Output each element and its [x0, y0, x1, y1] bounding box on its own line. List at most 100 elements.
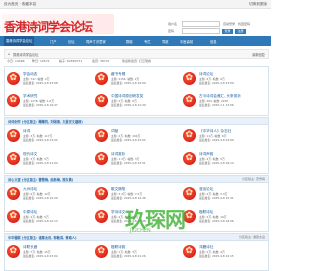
forum-last-post: 最后发表: 2025-4-8 23:08: [23, 81, 58, 85]
forum-last-post: 最后发表: 2025-4-8 18:06: [199, 219, 234, 223]
forum-item[interactable]: 诗词 主题: 3万, 帖数: 117万 最后发表: 2025-4-8 23:02: [5, 126, 91, 148]
forum-last-post: 最后发表: 2025-4-8 22:46: [111, 196, 146, 200]
forum-item[interactable]: 楹联诗韵 主题: 1万, 帖数: 3万 最后发表: 2025-4-8 21:26: [93, 242, 179, 264]
forum-last-post: 最后发表: 2025-4-8 16:00: [111, 81, 146, 85]
forum-section-1: 诗词创作 (分区版主: 雕雕钧, 刘翊清, 文星安文蕴嫁) 诗词 主题: 3万,…: [4, 117, 269, 174]
forum-icon: [7, 187, 20, 200]
section-header[interactable]: 诗心文荟 (分区版主: 雷雪梅, 赵新梅, 茜东勇) 分区版主: 雷雪梅: [5, 176, 268, 183]
forum-section-0: 学会动态 主题: 747, 帖数: 2万 最后发表: 2025-4-8 23:0…: [4, 66, 269, 116]
forum-item[interactable]: 学会动态 主题: 747, 帖数: 2万 最后发表: 2025-4-8 23:0…: [5, 69, 91, 91]
nav-item-forum[interactable]: 论坛: [68, 39, 75, 44]
forum-item[interactable]: 诗联长廊 主题: 7万, 帖数: 15万 最后发表: 2025-4-8 23:0…: [5, 242, 91, 264]
section-moderators[interactable]: 分区版主: 雷雪梅: [242, 177, 265, 181]
watermark-subtext: JIUCHEN: [130, 228, 151, 234]
forum-icon: [183, 129, 196, 142]
forum-item[interactable]: 学术研究 主题: 1278, 帖数: 1.6万 最后发表: 2025-4-8 1…: [5, 91, 91, 113]
stat-today: 今日: 14466: [7, 59, 25, 63]
auto-login-checkbox[interactable]: 自动登录: [223, 22, 235, 26]
forum-icon: [95, 245, 108, 258]
forum-item[interactable]: 漫谈论坛 主题: 2万, 帖数: 2.3万 最后发表: 2025-4-8 15:…: [181, 184, 267, 206]
top-links[interactable]: 设为首页 · 收藏本站: [4, 2, 36, 7]
forum-last-post: 最后发表: 2025-7-1 13:06: [199, 103, 234, 107]
forum-last-post: 最后发表: 2025-4-8 22:51: [111, 161, 146, 165]
section-moderators[interactable]: 分区版主: 诸葛太岳: [239, 235, 265, 239]
forum-icon: [7, 210, 20, 223]
forum-icon: [95, 129, 108, 142]
forum-last-post: 最后发表: 2025-4-8 23:09: [199, 81, 234, 85]
home-icon[interactable]: ⌂: [8, 52, 10, 56]
password-input[interactable]: [182, 27, 220, 35]
forum-last-post: 最后发表: 2025-4-8 21:39: [111, 103, 146, 107]
forum-last-post: 最后发表: 2025-4-8 23:02: [111, 138, 146, 142]
nav-item-home[interactable]: 香港诗词学会论坛: [4, 36, 35, 46]
section-header[interactable]: 中华楹联 (分区版主: 诸葛太岳, 郭敏淇, 黄南人) 分区版主: 诸葛太岳: [5, 234, 268, 241]
latest-replies-link[interactable]: 最新回复: [252, 52, 265, 57]
forum-last-post: 最后发表: 2025-4-8 18:14: [199, 161, 234, 165]
forum-item[interactable]: 散文随笔 主题: 3.3万, 帖数: 7.5万 最后发表: 2025-4-8 2…: [93, 184, 179, 206]
section-title[interactable]: 诗心文荟 (分区版主: 雷雪梅, 赵新梅, 茜东勇): [8, 177, 73, 182]
forum-icon: [7, 152, 20, 165]
section-title[interactable]: 中华楹联 (分区版主: 诸葛太岳, 郭敏淇, 黄南人): [8, 235, 76, 240]
forum-item[interactable]: 词赋 主题: 2万, 帖数: 104万 最后发表: 2025-4-8 23:02: [93, 126, 179, 148]
forum-item[interactable]: 中原诗坛 主题: 2万, 帖数: 5万 最后发表: 2025-4-8 22:13: [5, 207, 91, 229]
forum-last-post: 最后发表: 2025-4-8 23:09: [199, 138, 234, 142]
forum-icon: [183, 187, 196, 200]
forum-last-post: 最后发表: 2025-4-8 22:15: [199, 254, 234, 258]
forum-last-post: 最后发表: 2025-4-8 23:02: [23, 138, 58, 142]
username-label: 用户名: [168, 22, 178, 26]
nav-item-column[interactable]: 专栏: [144, 39, 151, 44]
forum-item[interactable]: 诗词论坛 主题: 4万, 帖数: 6万 最后发表: 2025-4-8 23:09: [181, 69, 267, 91]
stat-newest[interactable]: 欢迎新会员: 打云瑞春: [122, 59, 151, 63]
stat-members: 会员: 38747: [92, 59, 110, 63]
top-bar: 设为首页 · 收藏本站 切换到宽版: [0, 0, 271, 9]
register-button[interactable]: 注册: [235, 28, 246, 34]
section-header[interactable]: 诗词创作 (分区版主: 雕雕钧, 刘翊清, 文星安文蕴嫁): [5, 118, 268, 125]
forum-last-post: 最后发表: 2025-4-8 15:41: [199, 196, 234, 200]
forum-last-post: 最后发表: 2025-4-8 22:29: [23, 196, 58, 200]
site-logo[interactable]: 香港诗词学会论坛: [4, 18, 93, 35]
forum-icon: [95, 152, 108, 165]
section-title[interactable]: 诗词创作 (分区版主: 雕雕钧, 刘翊清, 文星安文蕴嫁): [8, 119, 83, 124]
nav-item-info[interactable]: 信息: [210, 39, 217, 44]
forum-last-post: 最后发表: 2025-4-8 19:47: [23, 103, 58, 107]
breadcrumb-link[interactable]: 香港诗词学会论坛: [13, 52, 39, 57]
forum-item[interactable]: 九州诗坛 主题: 9万, 帖数: 12万 最后发表: 2025-4-8 22:2…: [5, 184, 91, 206]
login-button[interactable]: 登录: [222, 28, 233, 34]
forum-item[interactable]: 诗词声韵 主题: 4万, 帖数: 5万 最后发表: 2025-4-8 18:14: [181, 149, 267, 171]
nav-item-groups[interactable]: 群组: [126, 39, 133, 44]
forum-last-post: 最后发表: 2025-4-8 21:04: [23, 161, 58, 165]
forum-last-post: 最后发表: 2025-4-8 22:13: [23, 219, 58, 223]
password-label: 密码: [168, 29, 175, 33]
username-input[interactable]: [182, 20, 220, 28]
stat-posts: 帖子: 62687071: [59, 59, 83, 63]
nav-item-guide[interactable]: 导航: [162, 39, 169, 44]
forum-item[interactable]: 诗词赏析 主题: 1.3万, 帖数: 3万 最后发表: 2025-4-8 22:…: [93, 149, 179, 171]
forum-icon: [95, 210, 108, 223]
forgot-password-link[interactable]: 找回密码: [238, 22, 250, 26]
stat-yesterday: 昨日: 10572: [32, 59, 50, 63]
forum-icon: [95, 94, 108, 107]
forum-stats: 今日: 14466 昨日: 10572 帖子: 62687071 会员: 387…: [4, 58, 267, 64]
nav-item-medicine[interactable]: 中医喜前: [180, 39, 193, 44]
forum-last-post: 最后发表: 2025-4-8 21:26: [111, 254, 146, 258]
forum-item[interactable]: 中国诗词原创研发奖 主题: 2万, 帖数: 6万 最后发表: 2025-4-8 …: [93, 91, 179, 113]
forum-item[interactable]: 楹联诗坛 主题: 3万, 帖数: 10万 最后发表: 2025-4-8 18:0…: [181, 207, 267, 229]
nav-item-group-a[interactable]: 同声寸识意家: [86, 39, 106, 44]
forum-icon: [7, 94, 20, 107]
forum-icon: [7, 245, 20, 258]
wide-switch-link[interactable]: 切换到宽版: [249, 2, 267, 7]
header: 香港诗词学会论坛 用户名 自动登录 找回密码 密码 登录 注册: [0, 9, 271, 36]
forum-item[interactable]: 藏书专辑 主题: 2154, 帖数: 2万 最后发表: 2025-4-8 16:…: [93, 69, 179, 91]
forum-icon: [95, 72, 108, 85]
nav-item-portal[interactable]: 门户: [50, 39, 57, 44]
forum-item[interactable]: 古今诗词会雅汇, 头条赏析 主题: 264, 帖数: 2156 最后发表: 20…: [181, 91, 267, 113]
forum-item[interactable]: 现代诗文 主题: 3万, 帖数: 5万 最后发表: 2025-4-8 21:04: [5, 149, 91, 171]
forum-section-3: 中华楹联 (分区版主: 诸葛太岳, 郭敏淇, 黄南人) 分区版主: 诸葛太岳 诗…: [4, 233, 269, 271]
forum-icon: [7, 72, 20, 85]
forum-item[interactable]: 鸿雁诗社 主题: 2万, 帖数: 4万 最后发表: 2025-4-8 22:15: [181, 242, 267, 264]
forum-last-post: 最后发表: 2025-4-8 23:04: [23, 254, 58, 258]
forum-icon: [7, 129, 20, 142]
forum-icon: [183, 152, 196, 165]
forum-icon: [183, 72, 196, 85]
forum-item[interactable]: 《中华诗人》杂志社 主题: 11万, 帖数: 6万 最后发表: 2025-4-8…: [181, 126, 267, 148]
